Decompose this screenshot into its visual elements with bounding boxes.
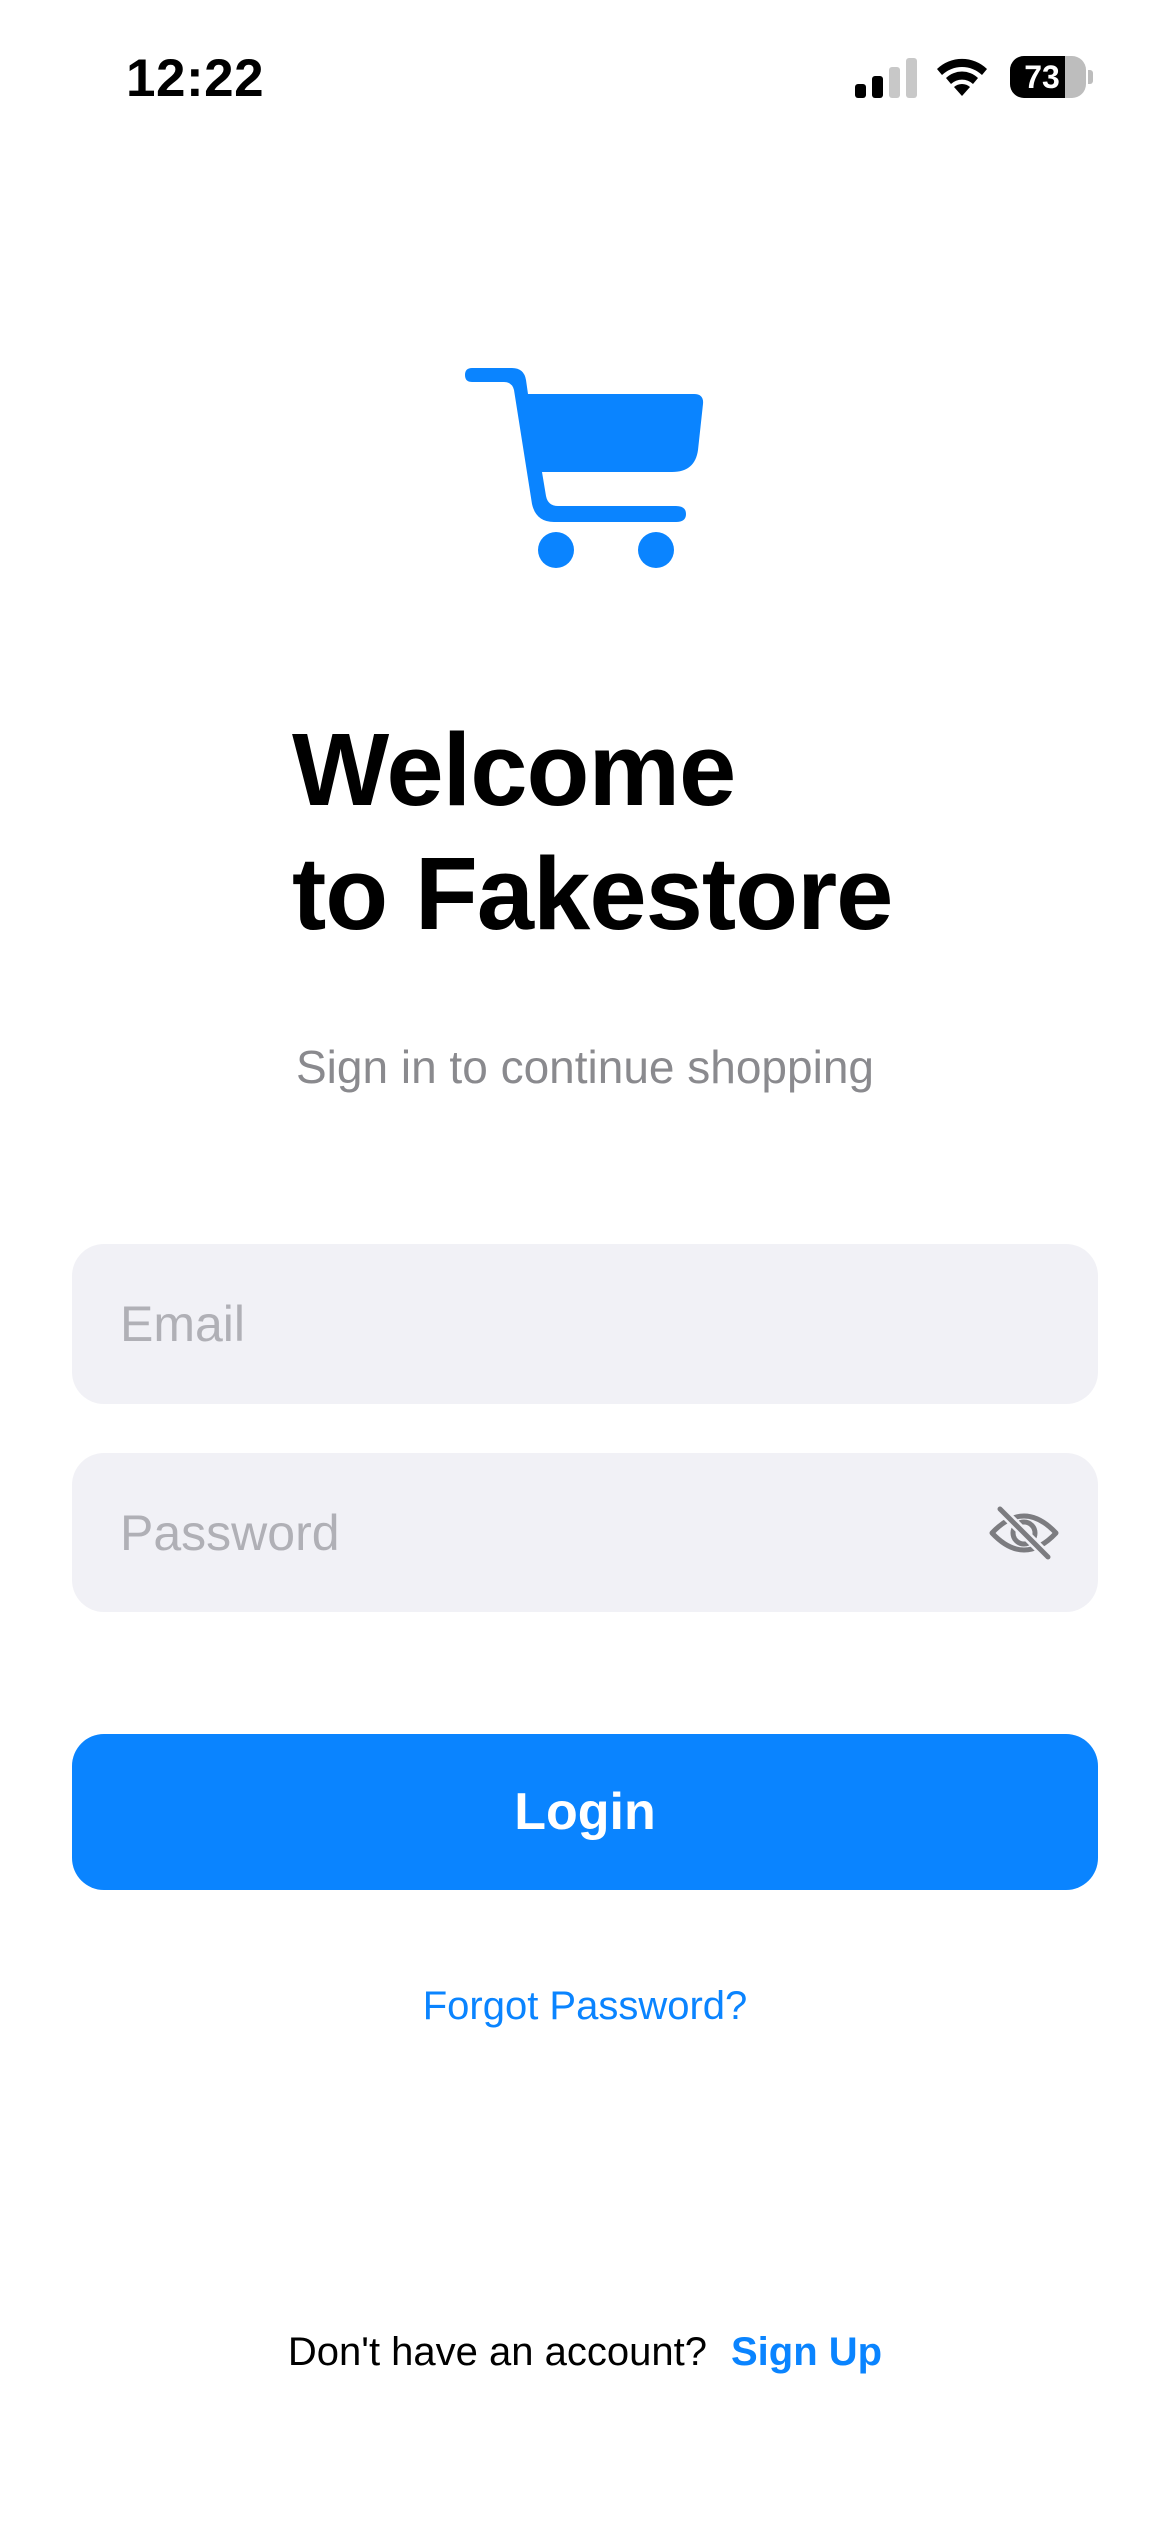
login-screen: 12:22 73 Welcome to Fakestore Sign in to…	[0, 0, 1170, 2532]
eye-slash-icon[interactable]	[988, 1505, 1060, 1561]
signup-prompt: Don't have an account?	[287, 2330, 707, 2374]
forgot-password-link[interactable]: Forgot Password?	[0, 1984, 1170, 2029]
welcome-title-line1: Welcome	[292, 712, 736, 827]
email-input[interactable]	[120, 1244, 1020, 1404]
password-field[interactable]	[72, 1453, 1098, 1612]
wifi-icon	[937, 58, 987, 96]
signup-row: Don't have an account? Sign Up	[0, 2330, 1170, 2375]
welcome-subtitle: Sign in to continue shopping	[296, 1041, 874, 1093]
password-input[interactable]	[120, 1453, 1020, 1612]
cellular-signal-icon	[855, 58, 917, 98]
sign-up-link[interactable]: Sign Up	[731, 2330, 882, 2374]
battery-indicator: 73	[1010, 56, 1094, 98]
welcome-title-line2: to Fakestore	[292, 836, 893, 951]
battery-body: 73	[1010, 56, 1086, 98]
shopping-cart-icon	[465, 368, 704, 568]
login-button[interactable]: Login	[72, 1734, 1098, 1890]
status-time: 12:22	[126, 49, 265, 108]
battery-level: 73	[1024, 59, 1060, 95]
battery-tip	[1088, 70, 1093, 84]
welcome-title: Welcome to Fakestore	[292, 708, 932, 956]
email-field[interactable]	[72, 1244, 1098, 1404]
